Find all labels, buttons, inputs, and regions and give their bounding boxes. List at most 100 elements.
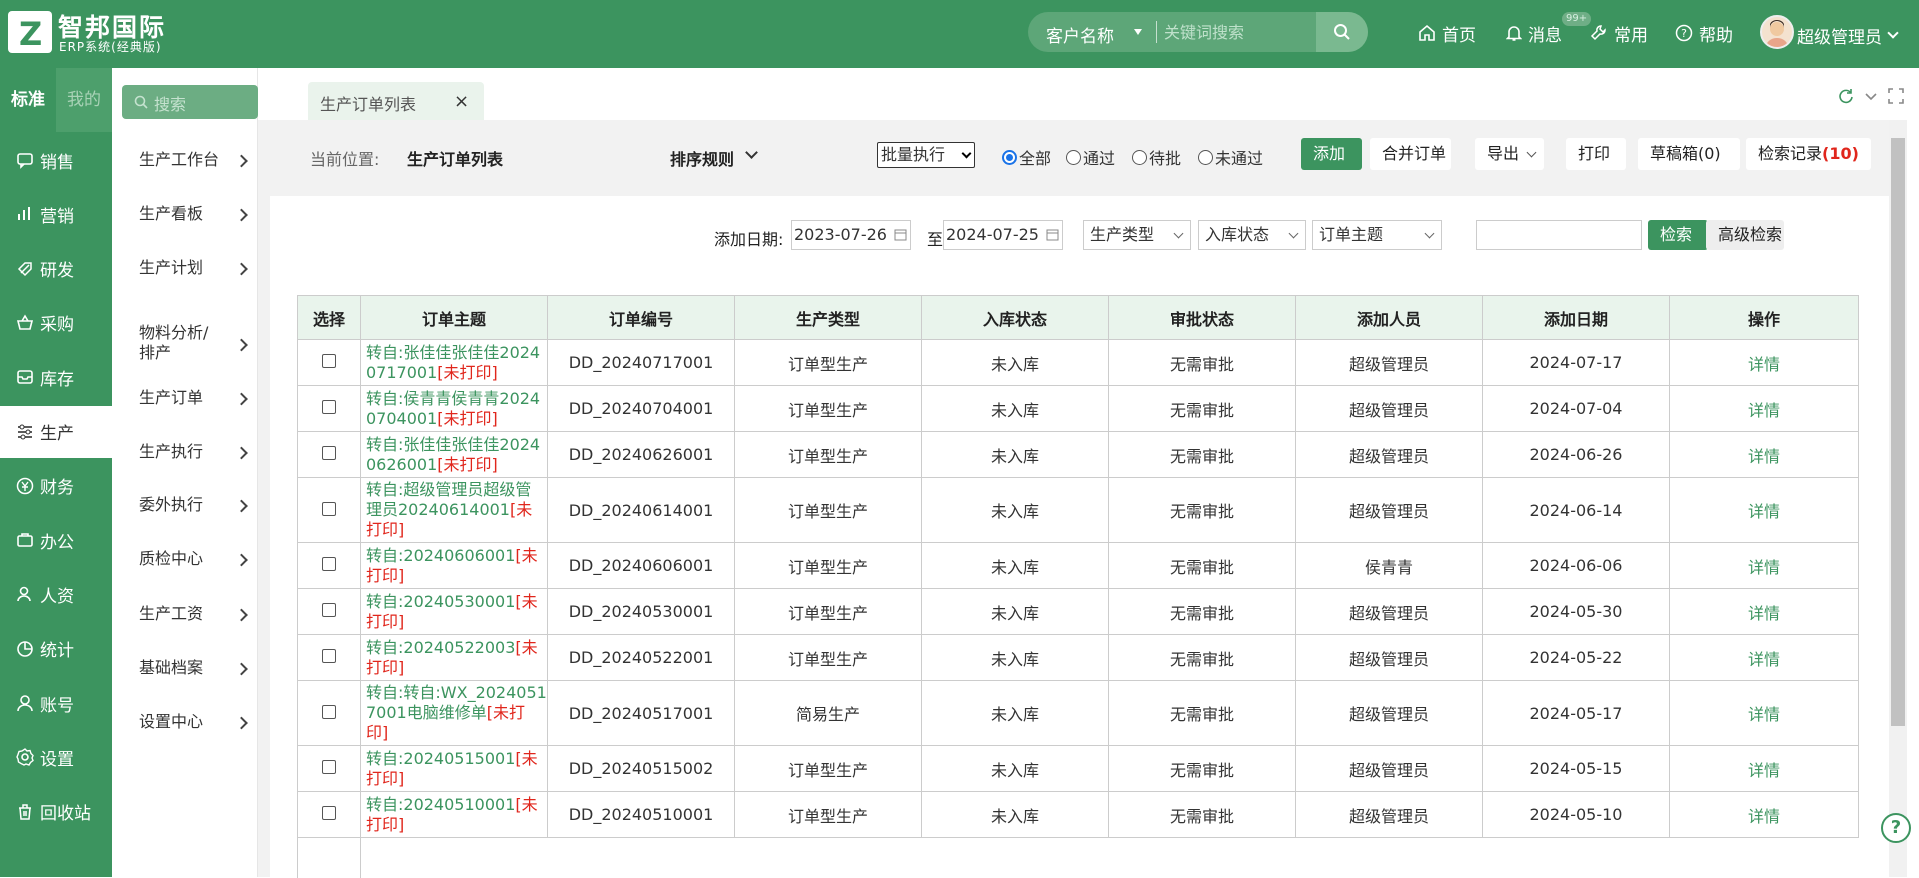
subnav-item-2[interactable]: 生产计划 [112,258,258,280]
sidebar-item-5[interactable]: 生产 [0,405,112,458]
chevron-down-icon[interactable] [745,146,758,159]
order-subject-cell[interactable]: 转自:超级管理员超级管理员20240614001[未打印] [360,477,548,543]
detail-link[interactable]: 详情 [1669,791,1859,838]
user-name[interactable]: 超级管理员 [1797,23,1882,48]
order-subject-cell[interactable]: 转自:张佳佳张佳佳20240626001[未打印] [360,431,548,478]
sort-rule-dropdown[interactable]: 排序规则 [670,146,734,170]
nav-common[interactable]: 常用 [1590,20,1648,46]
help-float-icon[interactable]: ? [1881,813,1911,843]
production-type-select[interactable]: 生产类型 [1083,220,1191,250]
detail-link[interactable]: 详情 [1669,385,1859,432]
brand-logo-icon[interactable]: Z [8,11,52,53]
sidebar-item-0[interactable]: 销售 [0,134,112,186]
order-subject-cell[interactable]: 转自:张佳佳张佳佳20240717001[未打印] [360,339,548,386]
subnav-item-7[interactable]: 质检中心 [112,549,258,571]
sidebar-item-11[interactable]: 设置 [0,731,112,783]
radio-all[interactable]: 全部 [1002,145,1051,169]
subnav-item-9[interactable]: 基础档案 [112,658,258,680]
fullscreen-icon[interactable] [1888,88,1904,104]
order-subject-cell[interactable]: 转自:侯青青侯青青20240704001[未打印] [360,385,548,432]
date-from-input[interactable]: 2023-07-26 [791,220,911,250]
order-subject-select[interactable]: 订单主题 [1312,220,1442,250]
sidebar-item-8[interactable]: 人资 [0,568,112,620]
row-checkbox[interactable] [322,557,336,571]
tab-production-order-list[interactable]: 生产订单列表 × [308,82,484,120]
subnav-item-8[interactable]: 生产工资 [112,604,258,626]
sidebar-item-2[interactable]: 研发 [0,243,112,295]
sidebar-item-12[interactable]: 回收站 [0,786,112,838]
export-dropdown[interactable]: 导出 [1475,138,1544,170]
nav-home[interactable]: 首页 [1418,20,1476,46]
print-button[interactable]: 打印 [1566,138,1626,170]
sidebar-item-6[interactable]: 财务 [0,460,112,512]
row-checkbox[interactable] [322,446,336,460]
tab-mine[interactable]: 我的 [56,68,112,132]
radio-fail[interactable]: 未通过 [1198,145,1263,169]
search-button[interactable] [1316,12,1368,52]
keyword-input[interactable] [1476,220,1642,250]
radio-pending[interactable]: 待批 [1132,145,1181,169]
order-subject-cell[interactable]: 转自:20240522003[未打印] [360,634,548,681]
nav-messages[interactable]: 消息 [1506,20,1562,46]
search-button[interactable]: 检索 [1648,220,1708,250]
scrollbar-thumb[interactable] [1891,138,1905,726]
order-subject-link[interactable]: 转自:超级管理员超级管理员20240614001 [366,480,531,519]
radio-pass[interactable]: 通过 [1066,145,1115,169]
detail-link[interactable]: 详情 [1669,431,1859,478]
nav-help[interactable]: ? 帮助 [1675,20,1733,46]
order-subject-cell[interactable]: 转自:20240510001[未打印] [360,791,548,838]
row-checkbox[interactable] [322,649,336,663]
detail-link[interactable]: 详情 [1669,477,1859,543]
menu-search-input[interactable]: 搜索 [122,85,258,119]
add-button[interactable]: 添加 [1301,138,1362,170]
sidebar-item-9[interactable]: 统计 [0,623,112,675]
refresh-icon[interactable] [1838,88,1854,104]
order-subject-link[interactable]: 转自:20240515001 [366,749,515,768]
stock-status-select[interactable]: 入库状态 [1198,220,1306,250]
order-subject-cell[interactable]: 转自:20240515001[未打印] [360,745,548,792]
date-to-input[interactable]: 2024-07-25 [943,220,1063,250]
row-checkbox[interactable] [322,354,336,368]
detail-link[interactable]: 详情 [1669,588,1859,635]
subnav-item-3[interactable]: 物料分析/排产 [112,323,258,367]
subnav-item-6[interactable]: 委外执行 [112,495,258,517]
order-subject-link[interactable]: 转自:20240522003 [366,638,515,657]
sidebar-item-3[interactable]: 采购 [0,297,112,349]
chevron-down-icon[interactable] [1134,29,1142,35]
tab-standard[interactable]: 标准 [0,68,56,132]
order-subject-cell[interactable]: 转自:20240606001[未打印] [360,542,548,589]
row-checkbox[interactable] [322,760,336,774]
row-checkbox[interactable] [322,806,336,820]
detail-link[interactable]: 详情 [1669,634,1859,681]
chevron-down-icon[interactable] [1864,88,1878,104]
subnav-item-4[interactable]: 生产订单 [112,388,258,410]
avatar[interactable] [1760,15,1794,49]
batch-action-select[interactable]: 批量执行 [877,142,975,168]
search-log-button[interactable]: 检索记录(10) [1746,138,1871,170]
subnav-item-10[interactable]: 设置中心 [112,712,258,734]
order-subject-cell[interactable]: 转自:转自:WX_20240517001电脑维修单[未打印] [360,680,548,746]
detail-link[interactable]: 详情 [1669,339,1859,386]
row-checkbox[interactable] [322,704,336,719]
detail-link[interactable]: 详情 [1669,680,1859,746]
merge-order-button[interactable]: 合并订单 [1370,138,1451,170]
subnav-item-5[interactable]: 生产执行 [112,442,258,464]
sidebar-item-1[interactable]: 营销 [0,188,112,240]
row-checkbox[interactable] [322,603,336,617]
detail-link[interactable]: 详情 [1669,745,1859,792]
subnav-item-0[interactable]: 生产工作台 [112,150,258,172]
detail-link[interactable]: 详情 [1669,542,1859,589]
advanced-search-button[interactable]: 高级检索 [1706,220,1784,250]
sidebar-item-7[interactable]: 办公 [0,514,112,566]
subnav-item-1[interactable]: 生产看板 [112,204,258,226]
chevron-down-icon[interactable] [1887,27,1899,39]
close-icon[interactable]: × [454,91,469,112]
order-subject-link[interactable]: 转自:20240530001 [366,592,515,611]
order-subject-cell[interactable]: 转自:20240530001[未打印] [360,588,548,635]
order-subject-link[interactable]: 转自:20240510001 [366,795,515,814]
vertical-scrollbar[interactable] [1889,120,1907,877]
sidebar-item-10[interactable]: 账号 [0,677,112,729]
drafts-button[interactable]: 草稿箱(0) [1638,138,1740,170]
row-checkbox[interactable] [322,501,336,516]
order-subject-link[interactable]: 转自:20240606001 [366,546,515,565]
